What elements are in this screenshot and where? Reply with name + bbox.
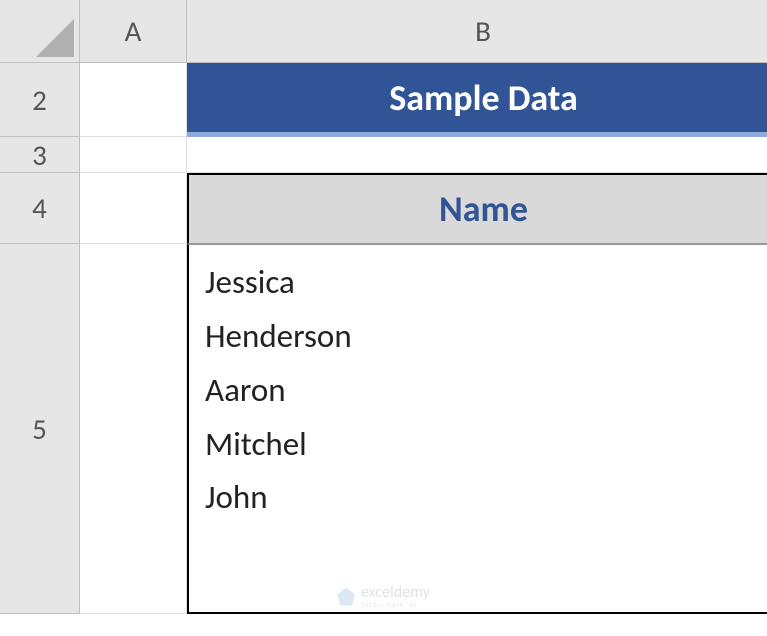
- table-data-cell[interactable]: Jessica Henderson Aaron Mitchel John: [187, 244, 767, 614]
- data-row: John: [205, 474, 762, 522]
- cell-a3[interactable]: [80, 137, 187, 173]
- data-row: Jessica: [205, 259, 762, 307]
- data-row: Mitchel: [205, 421, 762, 469]
- cell-a4[interactable]: [80, 173, 187, 244]
- watermark-brand: exceldemy: [361, 585, 430, 601]
- row-header-3[interactable]: 3: [0, 137, 80, 173]
- data-row: Henderson: [205, 313, 762, 361]
- column-header-b[interactable]: B: [187, 0, 767, 63]
- corner-triangle-icon: [36, 19, 74, 57]
- select-all-corner[interactable]: [0, 0, 80, 63]
- cell-a2[interactable]: [80, 63, 187, 137]
- watermark-tagline: EXCEL · DATA · BI: [361, 601, 430, 608]
- cell-b3[interactable]: [187, 137, 767, 173]
- watermark-logo-icon: [337, 588, 355, 606]
- spreadsheet-grid: A B 2 Sample Data 3 4 Name 5 Jessica Hen…: [0, 0, 767, 614]
- row-header-5[interactable]: 5: [0, 244, 80, 614]
- cell-a5[interactable]: [80, 244, 187, 614]
- table-header-cell[interactable]: Name: [187, 173, 767, 244]
- watermark: exceldemy EXCEL · DATA · BI: [337, 585, 430, 608]
- title-cell[interactable]: Sample Data: [187, 63, 767, 137]
- column-header-a[interactable]: A: [80, 0, 187, 63]
- data-row: Aaron: [205, 367, 762, 415]
- row-header-2[interactable]: 2: [0, 63, 80, 137]
- watermark-text: exceldemy EXCEL · DATA · BI: [361, 585, 430, 608]
- row-header-4[interactable]: 4: [0, 173, 80, 244]
